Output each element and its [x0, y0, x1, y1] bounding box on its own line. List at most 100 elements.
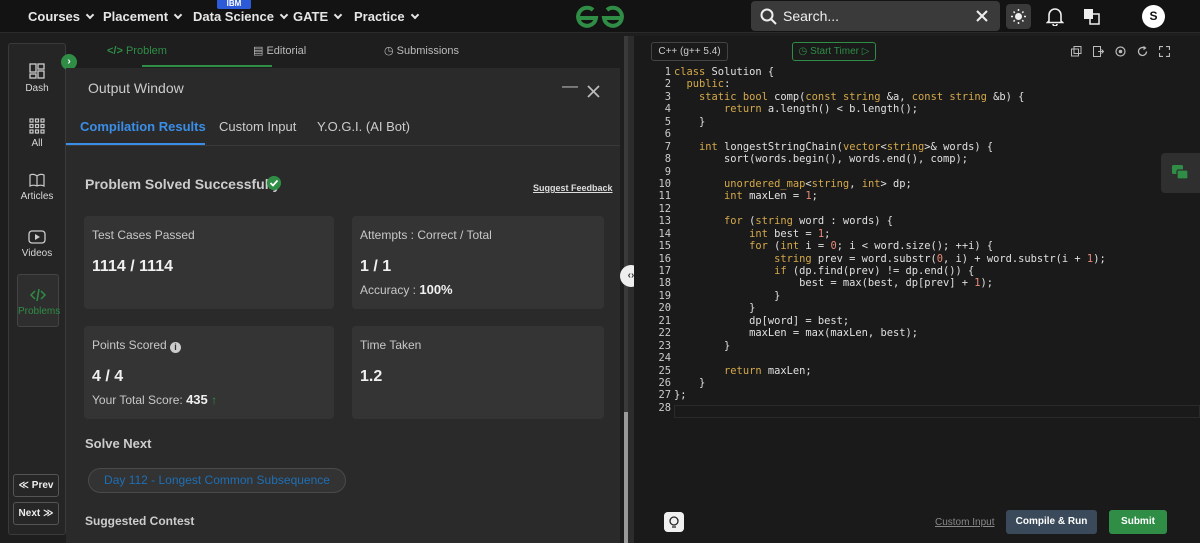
line-number: 4: [664, 103, 671, 116]
suggested-contest-heading: Suggested Contest: [85, 514, 195, 528]
minimize-icon[interactable]: —: [562, 78, 578, 96]
chat-button[interactable]: [1161, 153, 1200, 193]
tab-problem[interactable]: </> Problem: [107, 36, 167, 67]
tab-editorial[interactable]: ▤ Editorial: [253, 36, 306, 67]
play-icon: ▷: [858, 46, 870, 57]
line-number: 1: [664, 66, 671, 78]
nav-placement-label: Placement: [103, 9, 169, 24]
line-number: 15: [658, 240, 671, 253]
close-icon[interactable]: [976, 10, 988, 22]
tab-submissions[interactable]: ◷ Submissions: [384, 36, 459, 67]
line-number: 6: [664, 128, 671, 141]
code-area[interactable]: class Solution { public: static bool com…: [674, 66, 1184, 528]
solve-next-link[interactable]: Day 112 - Longest Common Subsequence: [88, 468, 346, 493]
code-line: public:: [686, 78, 731, 91]
compile-run-button[interactable]: Compile & Run: [1006, 510, 1097, 534]
total-score: Your Total Score: 435 ↑: [92, 392, 217, 407]
nav-placement[interactable]: Placement: [103, 0, 183, 33]
line-number: 27: [658, 389, 671, 402]
nav-courses[interactable]: Courses: [28, 0, 95, 33]
code-line: string prev = word.substr(0, i) + word.s…: [774, 252, 1106, 265]
code-line: dp[word] = best;: [674, 314, 850, 327]
bell-icon[interactable]: [1046, 7, 1064, 26]
line-number: 28: [658, 401, 671, 414]
export-icon[interactable]: [1093, 46, 1104, 57]
tab-compilation-results[interactable]: Compilation Results: [80, 119, 206, 134]
suggest-feedback-link[interactable]: Suggest Feedback: [533, 183, 613, 193]
prev-button[interactable]: ≪ Prev: [13, 474, 59, 497]
code-line: static bool comp(const string &a, const …: [699, 90, 1025, 103]
nav-gate-label: GATE: [293, 9, 329, 24]
top-nav: Courses Placement IBM Data Science GATE …: [0, 0, 1200, 33]
settings-icon[interactable]: [1115, 46, 1126, 57]
sidebar-item-label: Articles: [20, 191, 54, 202]
custom-input-link[interactable]: Custom Input: [935, 517, 994, 528]
info-icon[interactable]: i: [170, 342, 182, 353]
line-number: 10: [658, 177, 671, 190]
tab-problem-label: Problem: [125, 45, 167, 57]
code-line: };: [674, 389, 687, 402]
code-line: unordered_map<string, int> dp;: [724, 177, 912, 190]
avatar[interactable]: S: [1142, 5, 1165, 28]
search-bar[interactable]: Search...: [751, 1, 1000, 31]
nav-practice[interactable]: Practice: [354, 0, 419, 33]
search-input[interactable]: Search...: [783, 1, 839, 31]
line-number: 11: [658, 190, 671, 203]
fullscreen-icon[interactable]: [1159, 46, 1170, 57]
next-button[interactable]: Next ≫: [13, 502, 59, 525]
tab-custom-input[interactable]: Custom Input: [219, 119, 296, 134]
line-number: 12: [658, 202, 671, 215]
line-number: 24: [658, 352, 671, 365]
sidebar-item-label: Problems: [18, 306, 61, 317]
language-label: C++ (g++ 5.4): [658, 46, 721, 57]
code-line: int maxLen = 1;: [724, 190, 818, 203]
line-numbers: 1 2 3 4 5 6 7 8 9 10 11 12 13 14 15 16 17 18 19 20 21 22 23 24 2…: [634, 66, 671, 528]
clock-icon: ◷: [384, 45, 397, 57]
editor-toolbar: C++ (g++ 5.4) ◷ Start Timer ▷: [634, 36, 1200, 66]
line-number: 5: [664, 115, 671, 128]
line-number: 18: [658, 277, 671, 290]
sidebar-item-label: All: [31, 138, 43, 149]
dashboard-icon: [29, 63, 45, 79]
time-taken-card: Time Taken 1.2: [352, 326, 604, 419]
line-number: 26: [658, 376, 671, 389]
nav-data-science-label: Data Science: [193, 9, 274, 24]
language-select[interactable]: C++ (g++ 5.4): [651, 42, 728, 61]
chevron-down-icon: [85, 10, 95, 20]
line-number: 19: [658, 289, 671, 302]
reset-icon[interactable]: [1137, 46, 1148, 57]
sidebar-item-articles[interactable]: Articles: [9, 173, 65, 202]
translate-icon[interactable]: [1083, 8, 1100, 25]
sidebar-item-problems[interactable]: Problems: [17, 274, 61, 327]
points-value: 4 / 4: [92, 368, 124, 385]
start-timer-button[interactable]: ◷ Start Timer ▷: [792, 42, 876, 61]
submit-button[interactable]: Submit: [1109, 510, 1167, 534]
code-line: for (string word : words) {: [724, 215, 893, 228]
solve-next-heading: Solve Next: [85, 436, 152, 451]
code-line: for (int i = 0; i < word.size(); ++i) {: [749, 240, 994, 253]
attempts-card: Attempts : Correct / Total 1 / 1 Accurac…: [352, 216, 604, 309]
close-icon[interactable]: [587, 85, 600, 98]
test-cases-card: Test Cases Passed 1114 / 1114: [84, 216, 334, 309]
timer-icon: ◷: [798, 46, 811, 57]
accuracy: Accuracy : 100%: [360, 282, 453, 297]
nav-gate[interactable]: GATE: [293, 0, 343, 33]
chevron-down-icon: [333, 10, 343, 20]
tab-yogi-ai-bot[interactable]: Y.O.G.I. (AI Bot): [317, 119, 410, 134]
theme-toggle[interactable]: [1006, 4, 1031, 29]
problem-tabs: </> Problem ▤ Editorial ◷ Submissions: [66, 36, 623, 67]
lightbulb-icon[interactable]: [664, 512, 684, 532]
sidebar-item-all[interactable]: All: [9, 118, 65, 149]
line-number: 23: [658, 339, 671, 352]
nav-data-science[interactable]: Data Science: [193, 0, 289, 33]
sidebar-item-videos[interactable]: Videos: [9, 230, 65, 259]
code-icon: [30, 288, 46, 302]
sidebar-item-dash[interactable]: Dash: [9, 63, 65, 94]
copy-icon[interactable]: [1071, 46, 1082, 57]
code-line: }: [674, 376, 706, 389]
code-line: sort(words.begin(), words.end(), comp);: [674, 153, 969, 166]
code-editor: C++ (g++ 5.4) ◷ Start Timer ▷ 1234567891…: [634, 36, 1200, 543]
gfg-logo[interactable]: [574, 2, 626, 35]
